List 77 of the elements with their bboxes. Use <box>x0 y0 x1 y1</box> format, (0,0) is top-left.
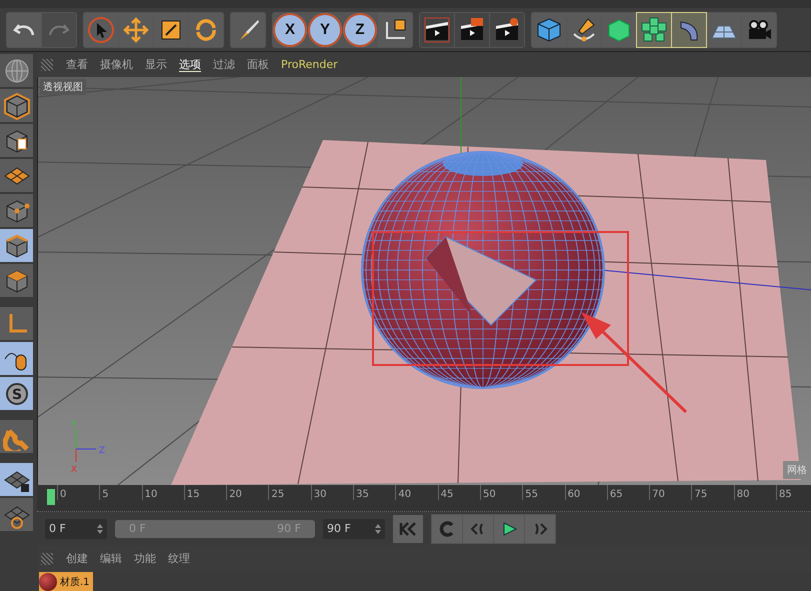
material-item[interactable]: 材质.1 <box>39 572 93 591</box>
axis-label: Y <box>71 420 77 430</box>
cursor-icon[interactable] <box>84 12 118 46</box>
frame-number: 15 <box>184 485 226 500</box>
spinner-icon[interactable] <box>375 524 381 534</box>
rotate-icon[interactable] <box>189 12 223 46</box>
cube-icon[interactable] <box>532 12 566 46</box>
frame-number: 20 <box>226 485 268 500</box>
clapperboard-icon[interactable] <box>490 12 524 46</box>
viewport-menu-item[interactable]: 面板 <box>242 57 274 72</box>
clapperboard-icon[interactable] <box>455 12 489 46</box>
grip-icon <box>41 58 53 70</box>
workplane-sync-mode-icon[interactable] <box>0 498 33 531</box>
loop-icon[interactable] <box>432 514 462 542</box>
workplane-mode-icon[interactable] <box>0 159 33 192</box>
frame-number: 60 <box>564 485 607 500</box>
tweak-mode-icon[interactable] <box>0 342 33 375</box>
coordinate-system-icon[interactable] <box>378 12 412 46</box>
cloner-icon[interactable] <box>637 12 671 46</box>
globe-icon[interactable] <box>0 54 33 87</box>
axis-label: X <box>70 465 78 475</box>
bend-icon[interactable] <box>672 12 706 46</box>
viewport-menu-item[interactable]: ProRender <box>276 58 343 71</box>
viewport-title: 透视视图 <box>40 79 86 95</box>
clapperboard-icon[interactable] <box>420 12 454 46</box>
axis-label: Z <box>98 446 106 456</box>
frame-number: 5 <box>99 485 142 500</box>
play-icon[interactable] <box>494 514 524 542</box>
grip-icon <box>41 552 53 564</box>
go-to-start-icon[interactable] <box>393 514 423 542</box>
axis-gizmo-drawing <box>76 428 96 462</box>
viewport-menu-item[interactable]: 摄像机 <box>95 57 138 72</box>
frame-number: 80 <box>734 485 776 500</box>
points-mode-icon[interactable] <box>0 194 33 227</box>
axis-lock-button[interactable]: X <box>273 12 307 46</box>
model-mode-icon[interactable] <box>0 89 33 122</box>
move-icon[interactable] <box>119 12 153 46</box>
viewport-menu-item[interactable]: 过滤 <box>208 57 240 72</box>
material-menu-item[interactable]: 创建 <box>61 551 93 566</box>
timeline-ruler[interactable]: 0 5 10 15 20 25 30 35 40 45 50 55 60 65 70 75 80 85 <box>37 485 811 512</box>
frame-number: 10 <box>142 485 184 500</box>
material-menu-item[interactable]: 编辑 <box>95 551 127 566</box>
polygons-mode-icon[interactable] <box>0 264 33 297</box>
lock-mode-icon[interactable] <box>0 463 33 496</box>
frame-number: 25 <box>268 485 311 500</box>
material-menu-item[interactable]: 功能 <box>129 551 161 566</box>
viewport-menu-item[interactable]: 查看 <box>61 57 93 72</box>
edges-mode-icon[interactable] <box>0 229 33 262</box>
floor-icon[interactable] <box>707 12 741 46</box>
viewport-menu-item[interactable]: 显示 <box>140 57 172 72</box>
playhead-marker[interactable] <box>47 489 55 505</box>
frame-number: 45 <box>438 485 480 500</box>
frame-number: 0 <box>57 485 100 500</box>
camera-icon[interactable] <box>742 12 776 46</box>
scale-icon[interactable] <box>154 12 188 46</box>
end-frame-field[interactable]: 90 F <box>323 518 385 538</box>
frame-number: 35 <box>353 485 396 500</box>
spinner-icon[interactable] <box>97 524 103 534</box>
texture-mode-icon[interactable] <box>0 124 33 157</box>
pen-icon[interactable] <box>567 12 601 46</box>
solo-mode-icon[interactable]: S <box>0 377 33 410</box>
knife-icon[interactable] <box>231 12 265 46</box>
axis-lock-button[interactable]: Y <box>308 12 342 46</box>
snap-mode-icon[interactable] <box>0 420 33 453</box>
frame-number: 30 <box>310 485 354 500</box>
frame-number: 75 <box>691 485 734 500</box>
undo-icon[interactable] <box>7 12 41 46</box>
frame-number: 50 <box>480 485 522 500</box>
viewport-menu-item[interactable]: 选项 <box>174 57 206 72</box>
frame-number: 65 <box>606 485 650 500</box>
axis-lock-button[interactable]: Z <box>343 12 377 46</box>
start-frame-field[interactable]: 0 F <box>45 518 107 538</box>
material-menu-item[interactable]: 纹理 <box>163 551 195 566</box>
frame-number: 55 <box>522 485 565 500</box>
frame-number: 85 <box>776 485 811 500</box>
frame-number: 70 <box>649 485 692 500</box>
frame-number: 40 <box>395 485 438 500</box>
